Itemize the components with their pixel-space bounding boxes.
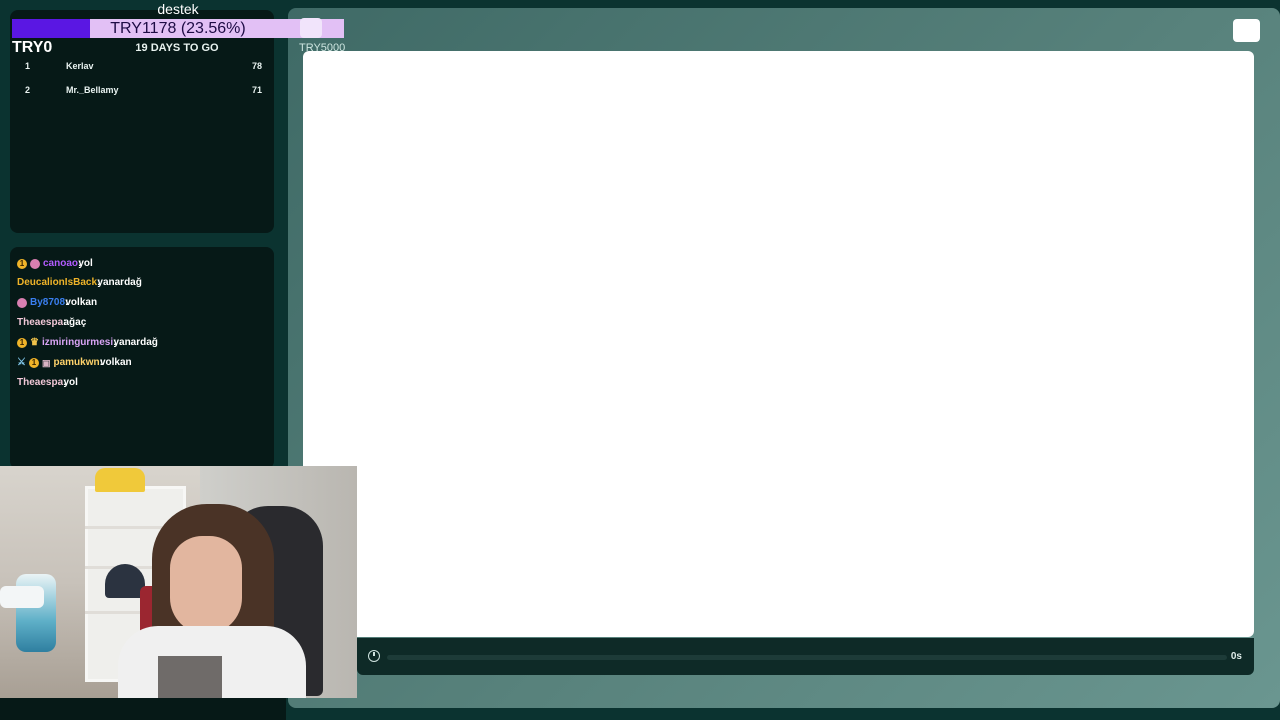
leaderboard-name: Mr._Bellamy xyxy=(66,85,119,95)
leaderboard-name: Kerlav xyxy=(66,61,94,71)
goal-title: destek xyxy=(157,1,199,17)
leaderboard-rank: 2 xyxy=(25,85,31,95)
goal-progress-label: TRY1178 (23.56%) xyxy=(110,20,246,37)
leaderboard-row: 2 Mr._Bellamy 71 xyxy=(18,85,262,101)
chat-text: ağaç xyxy=(63,317,87,328)
chat-text: volkan xyxy=(99,357,132,368)
goal-end-marker xyxy=(300,18,322,38)
leaderboard-rank: 1 xyxy=(25,61,31,71)
sword-icon: ⚔ xyxy=(17,356,26,368)
webcam-bottle-cap xyxy=(0,586,44,608)
chat-message: By8708: volkan xyxy=(17,297,97,308)
chat-message: Theaespa: yol xyxy=(17,377,78,388)
chat-username[interactable]: Theaespa xyxy=(17,377,63,388)
pink-badge-icon xyxy=(30,258,40,269)
chat-username[interactable]: canoao xyxy=(43,258,78,269)
crown-icon: ♛ xyxy=(30,336,39,348)
bot-icon: ▣ xyxy=(41,357,51,368)
webcam-shirt-print xyxy=(158,656,222,698)
chat-username[interactable]: pamukwn xyxy=(53,357,99,368)
chat-text: yanardağ xyxy=(113,337,158,348)
chat-text: yanardağ xyxy=(97,277,142,288)
goal-start-label: TRY0 xyxy=(12,39,53,56)
drawing-canvas[interactable] xyxy=(303,51,1254,637)
webcam-hat xyxy=(105,564,145,598)
chat-message: 1 ♛ izmiringurmesi: yanardağ xyxy=(17,337,158,348)
gold-badge-icon: 1 xyxy=(28,357,39,368)
webcam-feed xyxy=(0,466,357,698)
chat-message: 1 canoao: yol xyxy=(17,258,93,269)
chat-username[interactable]: DeucalionIsBack xyxy=(17,277,97,288)
webcam-person-face xyxy=(170,536,242,634)
chat-text: yol xyxy=(63,377,78,388)
chat-username[interactable]: Theaespa xyxy=(17,317,63,328)
gold-badge-icon: 1 xyxy=(17,258,27,269)
chat-text: volkan xyxy=(65,297,98,308)
chat-username[interactable]: By8708 xyxy=(30,297,65,308)
chat-username[interactable]: izmiringurmesi xyxy=(42,337,113,348)
timer-track xyxy=(387,655,1227,660)
chat-message: ⚔ 1 ▣ pamukwn: volkan xyxy=(17,357,132,368)
stopwatch-icon xyxy=(368,650,380,662)
chat-message: Theaespa: ağaç xyxy=(17,317,86,328)
timer-bar: 0s xyxy=(357,638,1254,675)
chat-message: DeucalionIsBack: yanardağ xyxy=(17,277,142,288)
timer-value: 0s xyxy=(1230,651,1242,662)
goal-progress-bar: TRY1178 (23.56%) xyxy=(12,19,344,38)
top-right-button[interactable] xyxy=(1233,19,1260,42)
goal-days-left: 19 DAYS TO GO xyxy=(135,42,219,54)
chat-panel: 1 canoao: yol DeucalionIsBack: yanardağ By870… xyxy=(10,247,274,469)
chat-text: yol xyxy=(78,258,93,269)
goal-end-label: TRY5000 xyxy=(299,42,346,54)
leaderboard-score: 71 xyxy=(251,85,262,95)
gold-badge-icon: 1 xyxy=(17,337,27,348)
leaderboard-row: 1 Kerlav 78 xyxy=(18,61,262,77)
pink-badge-icon xyxy=(17,297,27,308)
leaderboard-score: 78 xyxy=(251,61,262,71)
webcam-yellow-toy xyxy=(95,468,145,492)
